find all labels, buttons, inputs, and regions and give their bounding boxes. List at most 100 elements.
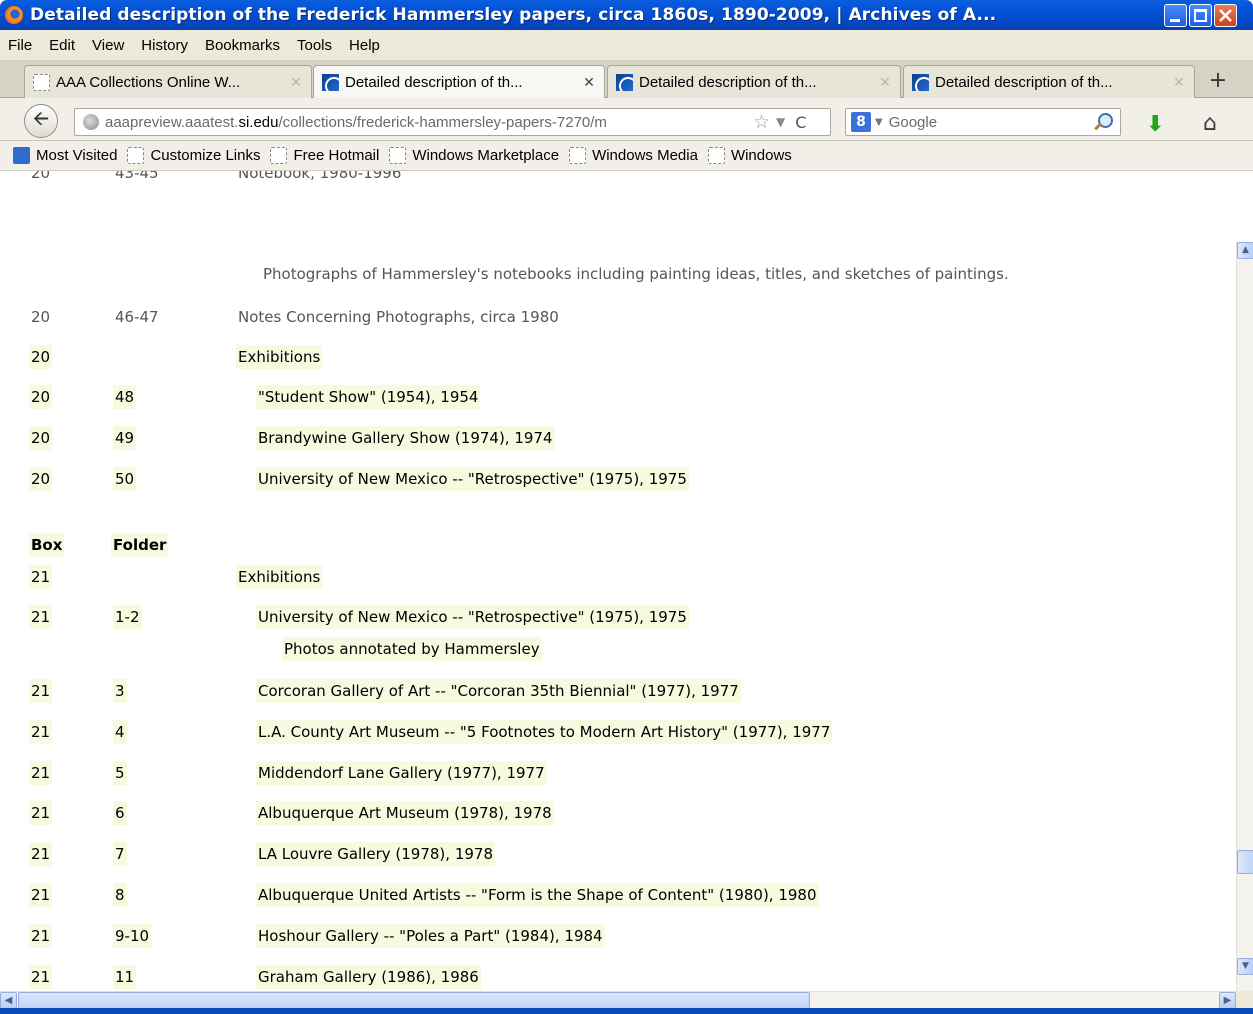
box-cell: 21 bbox=[29, 842, 53, 867]
title-cell: Exhibitions bbox=[236, 565, 323, 589]
box-cell: 21 bbox=[29, 923, 53, 948]
tab-label: Detailed description of th... bbox=[345, 74, 523, 91]
folder-cell: 50 bbox=[113, 467, 137, 491]
reload-icon[interactable]: C bbox=[795, 113, 806, 132]
resize-grip[interactable] bbox=[1236, 991, 1253, 1008]
bookmark-customize-links[interactable]: Customize Links bbox=[127, 147, 260, 164]
url-text[interactable]: aaapreview.aaatest.si.edu/collections/fr… bbox=[105, 114, 745, 131]
tab-label: Detailed description of th... bbox=[639, 73, 817, 91]
menu-tools[interactable]: Tools bbox=[297, 37, 332, 54]
scroll-up-button[interactable]: ▲ bbox=[1237, 242, 1253, 259]
blank-page-icon bbox=[33, 73, 50, 91]
maximize-button[interactable] bbox=[1189, 4, 1212, 27]
title-cell: University of New Mexico -- "Retrospecti… bbox=[256, 467, 689, 491]
aaa-favicon-icon bbox=[322, 74, 339, 91]
title-cell: Notebook, 1980-1996 bbox=[238, 171, 402, 182]
tab-detailed-description-2[interactable]: Detailed description of th... ✕ bbox=[607, 65, 901, 98]
title-cell: "Student Show" (1954), 1954 bbox=[256, 385, 481, 409]
box-cell: 21 bbox=[29, 679, 53, 703]
bookmark-most-visited[interactable]: Most Visited bbox=[13, 147, 117, 164]
close-tab-icon[interactable]: ✕ bbox=[580, 74, 598, 91]
minimize-button[interactable] bbox=[1164, 4, 1187, 27]
title-cell: Corcoran Gallery of Art -- "Corcoran 35t… bbox=[256, 679, 741, 703]
title-cell: L.A. County Art Museum -- "5 Footnotes t… bbox=[256, 719, 833, 744]
home-icon[interactable]: ⌂ bbox=[1203, 111, 1217, 136]
folder-cell: 6 bbox=[113, 801, 127, 826]
bookmark-windows-marketplace[interactable]: Windows Marketplace bbox=[389, 147, 559, 164]
menu-edit[interactable]: Edit bbox=[49, 37, 75, 54]
menu-help[interactable]: Help bbox=[349, 37, 380, 54]
box-cell: 21 bbox=[29, 565, 53, 589]
box-cell: 21 bbox=[29, 801, 53, 826]
menu-file[interactable]: File bbox=[8, 37, 32, 54]
back-button[interactable]: 🡨 bbox=[24, 104, 58, 138]
folder-cell: 9-10 bbox=[113, 923, 152, 948]
tab-label: Detailed description of th... bbox=[935, 73, 1113, 91]
bookmark-star-icon[interactable]: ☆ bbox=[753, 111, 770, 133]
title-cell: Notes Concerning Photographs, circa 1980 bbox=[238, 308, 559, 326]
box-cell: 20 bbox=[29, 345, 53, 369]
box-cell: 21 bbox=[29, 883, 53, 907]
download-arrow-icon[interactable]: ⬇ bbox=[1146, 112, 1164, 137]
folder-cell: 1-2 bbox=[113, 605, 142, 629]
tab-detailed-description-active[interactable]: Detailed description of th... ✕ bbox=[313, 65, 605, 99]
blank-page-icon bbox=[127, 147, 145, 164]
box-cell: 21 bbox=[29, 719, 53, 744]
scroll-down-button[interactable]: ▼ bbox=[1237, 958, 1253, 975]
vertical-scrollbar[interactable]: ▲ ▼ bbox=[1236, 242, 1253, 992]
folder-cell: 4 bbox=[113, 719, 127, 744]
search-bar[interactable]: 8 ▼ Google bbox=[845, 108, 1121, 136]
search-engine-icon[interactable]: 8 bbox=[851, 112, 871, 132]
title-cell: Exhibitions bbox=[236, 345, 323, 369]
folder-cell: 43-45 bbox=[115, 171, 159, 182]
tab-detailed-description-3[interactable]: Detailed description of th... ✕ bbox=[903, 65, 1195, 98]
tab-bar: AAA Collections Online W... ✕ Detailed d… bbox=[0, 60, 1253, 99]
box-cell: 21 bbox=[29, 964, 53, 989]
folder-column-header: Folder bbox=[111, 533, 169, 557]
folder-cell: 49 bbox=[113, 426, 137, 450]
description-note: Photographs of Hammersley's notebooks in… bbox=[263, 265, 1009, 283]
title-cell: Hoshour Gallery -- "Poles a Part" (1984)… bbox=[256, 923, 605, 948]
site-identity-icon[interactable] bbox=[83, 114, 99, 130]
url-bar[interactable]: aaapreview.aaatest.si.edu/collections/fr… bbox=[74, 108, 831, 136]
horizontal-scrollbar[interactable]: ◀ ▶ bbox=[0, 991, 1236, 1009]
menu-history[interactable]: History bbox=[141, 37, 188, 54]
close-tab-icon[interactable]: ✕ bbox=[876, 74, 894, 91]
menu-view[interactable]: View bbox=[92, 37, 124, 54]
title-cell: Brandywine Gallery Show (1974), 1974 bbox=[256, 426, 555, 450]
box-cell: 20 bbox=[29, 426, 53, 450]
close-icon bbox=[1219, 9, 1232, 22]
close-tab-icon[interactable]: ✕ bbox=[287, 74, 305, 91]
navigation-bar: 🡨 aaapreview.aaatest.si.edu/collections/… bbox=[0, 98, 1253, 141]
most-visited-icon bbox=[13, 147, 30, 164]
tab-aaa-collections[interactable]: AAA Collections Online W... ✕ bbox=[24, 65, 312, 98]
url-history-dropdown-icon[interactable]: ▼ bbox=[776, 115, 785, 129]
folder-cell: 11 bbox=[113, 964, 137, 989]
window-title-bar[interactable]: Detailed description of the Frederick Ha… bbox=[0, 0, 1253, 30]
close-window-button[interactable] bbox=[1214, 4, 1237, 27]
title-cell: University of New Mexico -- "Retrospecti… bbox=[256, 605, 689, 629]
close-tab-icon[interactable]: ✕ bbox=[1170, 74, 1188, 91]
title-cell: Albuquerque Art Museum (1978), 1978 bbox=[256, 801, 554, 826]
vertical-scroll-thumb[interactable] bbox=[1237, 850, 1253, 874]
blank-page-icon bbox=[707, 147, 725, 164]
note-cell: Photos annotated by Hammersley bbox=[282, 637, 542, 661]
search-input[interactable]: Google bbox=[889, 114, 1093, 131]
scroll-left-button[interactable]: ◀ bbox=[0, 992, 17, 1009]
new-tab-button[interactable]: + bbox=[1206, 68, 1230, 93]
bookmark-free-hotmail[interactable]: Free Hotmail bbox=[270, 147, 379, 164]
box-cell: 20 bbox=[31, 308, 51, 326]
bookmark-windows[interactable]: Windows bbox=[707, 147, 792, 164]
title-cell: LA Louvre Gallery (1978), 1978 bbox=[256, 842, 495, 867]
folder-cell: 7 bbox=[113, 842, 127, 867]
menu-bookmarks[interactable]: Bookmarks bbox=[205, 37, 280, 54]
blank-page-icon bbox=[389, 147, 407, 164]
search-magnifier-icon[interactable] bbox=[1093, 112, 1113, 132]
bookmark-windows-media[interactable]: Windows Media bbox=[569, 147, 698, 164]
horizontal-scroll-thumb[interactable] bbox=[18, 992, 810, 1009]
box-cell: 21 bbox=[29, 760, 53, 785]
scroll-right-button[interactable]: ▶ bbox=[1219, 992, 1236, 1009]
box-cell: 20 bbox=[29, 467, 53, 491]
folder-cell: 3 bbox=[113, 679, 127, 703]
search-engine-dropdown-icon[interactable]: ▼ bbox=[875, 117, 883, 128]
